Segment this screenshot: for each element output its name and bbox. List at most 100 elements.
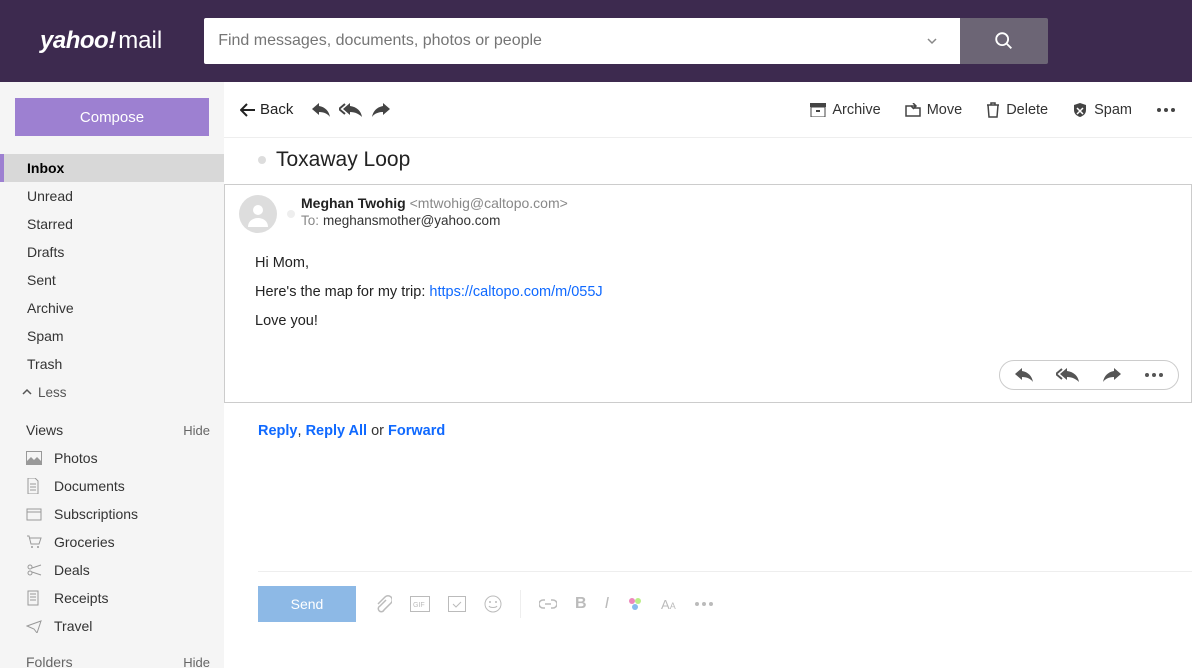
- folder-list: Inbox Unread Starred Drafts Sent Archive…: [0, 154, 224, 378]
- compose-toolbar: Send GIF B I AA: [258, 571, 1192, 622]
- view-deals[interactable]: Deals: [0, 556, 224, 584]
- forward-icon[interactable]: [1102, 367, 1122, 383]
- search-input-wrap: [204, 18, 960, 64]
- move-icon: [905, 103, 921, 117]
- link-icon[interactable]: [539, 599, 557, 609]
- more-format-icon[interactable]: [694, 601, 714, 607]
- views-list: Photos Documents Subscriptions Groceries…: [0, 444, 224, 640]
- search-bar: [204, 18, 1048, 64]
- photo-icon: [26, 451, 46, 465]
- move-button[interactable]: Move: [905, 102, 962, 118]
- view-label: Documents: [54, 478, 125, 494]
- subscriptions-icon: [26, 507, 46, 521]
- font-icon[interactable]: AA: [661, 597, 676, 612]
- view-travel[interactable]: Travel: [0, 612, 224, 640]
- search-input[interactable]: [218, 32, 918, 50]
- format-group-text: B I AA: [539, 595, 714, 613]
- view-label: Travel: [54, 618, 92, 634]
- compose-button[interactable]: Compose: [15, 98, 209, 136]
- reply-icon[interactable]: [311, 102, 331, 118]
- reply-all-link[interactable]: Reply All: [306, 423, 368, 439]
- folder-spam[interactable]: Spam: [0, 322, 224, 350]
- less-label: Less: [38, 385, 67, 400]
- message-card: Meghan Twohig <mtwohig@caltopo.com> To:m…: [224, 184, 1192, 403]
- spam-button[interactable]: Spam: [1072, 102, 1132, 118]
- shield-icon: [1072, 102, 1088, 118]
- archive-button[interactable]: Archive: [810, 102, 880, 118]
- message-body: Hi Mom, Here's the map for my trip: http…: [225, 235, 1191, 360]
- unread-dot-icon: [258, 156, 266, 164]
- body-line-2-text: Here's the map for my trip:: [255, 284, 429, 300]
- forward-icon[interactable]: [371, 102, 391, 118]
- folder-trash[interactable]: Trash: [0, 350, 224, 378]
- app-header: yahoo!mail: [0, 0, 1192, 82]
- message-toolbar: Back Archive Move Delete: [224, 82, 1192, 138]
- search-button[interactable]: [960, 18, 1048, 64]
- back-label: Back: [260, 101, 293, 118]
- document-icon: [26, 478, 46, 494]
- svg-text:GIF: GIF: [413, 602, 425, 609]
- folder-archive[interactable]: Archive: [0, 294, 224, 322]
- reply-icon[interactable]: [1014, 367, 1034, 383]
- search-dropdown-icon[interactable]: [918, 35, 946, 47]
- gif-icon[interactable]: GIF: [410, 596, 430, 612]
- send-button[interactable]: Send: [258, 586, 356, 622]
- body-line-3: Love you!: [255, 307, 1175, 336]
- delete-button[interactable]: Delete: [986, 102, 1048, 118]
- logo-yahoo-text: yahoo: [40, 27, 108, 55]
- reply-link[interactable]: Reply: [258, 423, 298, 439]
- views-header: Views Hide: [0, 406, 224, 444]
- comma: ,: [298, 423, 306, 439]
- back-arrow-icon: [240, 103, 256, 117]
- reply-all-icon[interactable]: [339, 102, 363, 118]
- attach-icon[interactable]: [374, 595, 392, 613]
- folder-sent[interactable]: Sent: [0, 266, 224, 294]
- map-link[interactable]: https://caltopo.com/m/055J: [429, 284, 602, 300]
- view-receipts[interactable]: Receipts: [0, 584, 224, 612]
- view-label: Deals: [54, 562, 90, 578]
- back-button[interactable]: Back: [240, 101, 293, 118]
- folder-drafts[interactable]: Drafts: [0, 238, 224, 266]
- forward-link[interactable]: Forward: [388, 423, 445, 439]
- italic-icon[interactable]: I: [605, 595, 609, 613]
- spam-label: Spam: [1094, 102, 1132, 118]
- card-icon[interactable]: [448, 596, 466, 612]
- view-groceries[interactable]: Groceries: [0, 528, 224, 556]
- folders-title: Folders: [26, 654, 73, 668]
- yahoo-mail-logo: yahoo!mail: [40, 27, 162, 55]
- body-line-2: Here's the map for my trip: https://calt…: [255, 278, 1175, 307]
- view-documents[interactable]: Documents: [0, 472, 224, 500]
- message-subject: Toxaway Loop: [276, 148, 410, 172]
- plane-icon: [26, 619, 46, 633]
- delete-label: Delete: [1006, 102, 1048, 118]
- to-row: To:meghansmother@yahoo.com: [301, 213, 568, 228]
- more-icon[interactable]: [1156, 107, 1176, 113]
- less-toggle[interactable]: Less: [0, 378, 224, 406]
- bold-icon[interactable]: B: [575, 595, 587, 613]
- logo-mail-text: mail: [118, 27, 162, 55]
- view-label: Photos: [54, 450, 98, 466]
- view-photos[interactable]: Photos: [0, 444, 224, 472]
- message-header: Meghan Twohig <mtwohig@caltopo.com> To:m…: [225, 185, 1191, 235]
- folder-inbox[interactable]: Inbox: [0, 154, 224, 182]
- cart-icon: [26, 535, 46, 549]
- folder-starred[interactable]: Starred: [0, 210, 224, 238]
- emoji-icon[interactable]: [484, 595, 502, 613]
- view-subscriptions[interactable]: Subscriptions: [0, 500, 224, 528]
- archive-icon: [810, 103, 826, 117]
- presence-dot-icon: [287, 210, 295, 218]
- folders-header: Folders Hide: [0, 640, 224, 668]
- folder-unread[interactable]: Unread: [0, 182, 224, 210]
- scissors-icon: [26, 563, 46, 577]
- more-icon[interactable]: [1144, 372, 1164, 378]
- text-color-icon[interactable]: [627, 596, 643, 612]
- message-actions: [225, 360, 1191, 402]
- folders-hide-link[interactable]: Hide: [183, 655, 210, 668]
- views-hide-link[interactable]: Hide: [183, 423, 210, 438]
- from-block: Meghan Twohig <mtwohig@caltopo.com> To:m…: [301, 195, 568, 233]
- toolbar-separator: [520, 590, 521, 618]
- trash-icon: [986, 102, 1000, 118]
- format-group-insert: GIF: [374, 595, 502, 613]
- reply-all-icon[interactable]: [1056, 367, 1080, 383]
- subject-row: Toxaway Loop: [224, 138, 1192, 184]
